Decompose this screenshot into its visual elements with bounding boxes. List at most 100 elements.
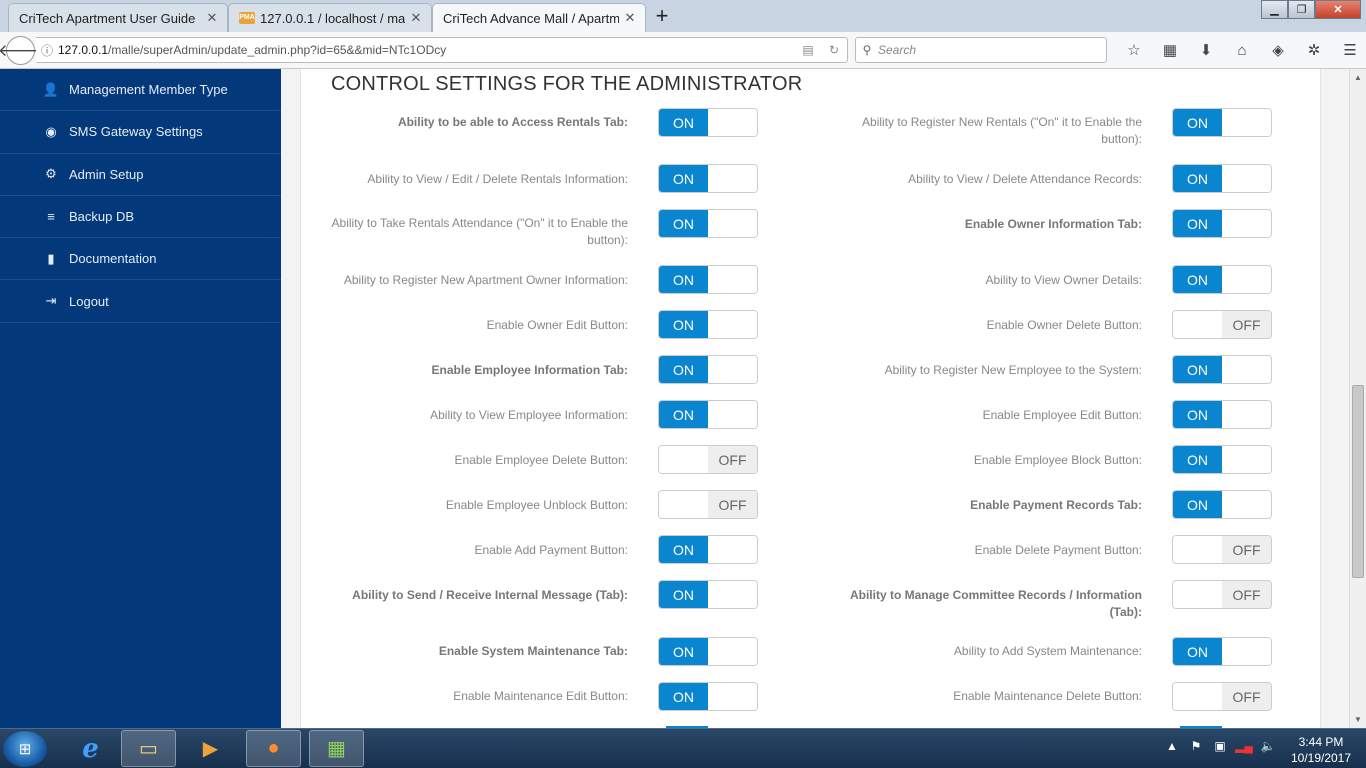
toggle-committee-records-tab[interactable]: OFF [1172, 580, 1272, 609]
toggle-rentals-attendance[interactable]: ON [658, 209, 758, 238]
reading-list-icon[interactable]: ▦ [1152, 38, 1188, 62]
back-arrow-icon[interactable]: 🡐 [0, 36, 43, 65]
globe-icon: ◉ [45, 123, 57, 139]
bookmark-star-icon[interactable]: ☆ [1116, 38, 1152, 62]
extension-icon[interactable]: ✲ [1296, 38, 1332, 62]
sidebar-item-admin-setup[interactable]: ⚙ Admin Setup [0, 154, 281, 196]
menu-icon[interactable]: ☰ [1332, 38, 1366, 62]
toggle-on-label: ON [659, 311, 708, 338]
toggle-on-label: ON [659, 165, 708, 192]
setting-label: Enable Delete Payment Button: [974, 543, 1142, 557]
network-signal-icon[interactable]: ▂▄ [1232, 739, 1256, 753]
setting-label: Enable Employee Delete Button: [454, 453, 628, 467]
toggle-on-label: ON [1173, 356, 1222, 383]
minimize-icon[interactable]: ▁ [1261, 0, 1288, 19]
toggle-off-label: OFF [1222, 581, 1271, 608]
download-icon[interactable]: ⬇ [1188, 38, 1224, 62]
toggle-view-owner-details[interactable]: ON [1172, 265, 1272, 294]
setting-label: Enable Add Payment Button: [474, 543, 628, 557]
sidebar-item-logout[interactable]: ⇥ Logout [0, 280, 281, 323]
setting-label: Ability to Register New Apartment Owner … [343, 273, 628, 287]
home-icon[interactable]: ⌂ [1224, 38, 1260, 62]
device-icon[interactable]: ▣ [1208, 739, 1232, 753]
toggle-register-rentals[interactable]: ON [1172, 108, 1272, 137]
toggle-attendance-records[interactable]: ON [1172, 164, 1272, 193]
setting-label: Enable Owner Information Tab: [964, 217, 1142, 231]
close-window-icon[interactable]: ✕ [1315, 0, 1361, 19]
toggle-add-payment[interactable]: ON [658, 535, 758, 564]
setting-label: Ability to Take Rentals Attendance ("On"… [331, 216, 628, 247]
toggle-on-label: ON [1173, 210, 1222, 237]
toggle-view-edit-delete-rentals[interactable]: ON [658, 164, 758, 193]
toggle-on-label: ON [1173, 266, 1222, 293]
toggle-payment-records-tab[interactable]: ON [1172, 490, 1272, 519]
toggle-employee-edit[interactable]: ON [1172, 400, 1272, 429]
scroll-down-icon[interactable]: ▼ [1350, 711, 1366, 728]
firefox-icon[interactable]: ● [246, 730, 301, 767]
pocket-icon[interactable]: ◈ [1260, 38, 1296, 62]
toggle-employee-block[interactable]: ON [1172, 445, 1272, 474]
toolbar-icons: ☆ ▦ ⬇ ⌂ ◈ ✲ ☰ [1116, 38, 1366, 62]
toggle-register-employee[interactable]: ON [1172, 355, 1272, 384]
toggle-employee-unblock[interactable]: OFF [658, 490, 758, 519]
tab-title: CriTech Apartment User Guide [19, 10, 196, 26]
action-center-flag-icon[interactable]: ⚑ [1184, 739, 1208, 753]
site-info-icon[interactable]: ⓘ [36, 42, 58, 59]
toggle-off-label: OFF [1222, 536, 1271, 563]
file-explorer-icon[interactable]: ▭ [121, 730, 176, 767]
toggle-add-system-maintenance[interactable]: ON [1172, 637, 1272, 666]
sidebar: 👤 Management Member Type ◉ SMS Gateway S… [0, 69, 281, 728]
internet-explorer-icon[interactable]: e [63, 730, 118, 767]
setting-label: Ability to View Owner Details: [985, 273, 1142, 287]
browser-tab-phpmyadmin[interactable]: PMA 127.0.0.1 / localhost / mall / a ✕ [228, 3, 432, 32]
toggle-employee-delete[interactable]: OFF [658, 445, 758, 474]
close-tab-icon[interactable]: ✕ [623, 10, 637, 26]
toggle-maintenance-edit[interactable]: ON [658, 682, 758, 711]
toggle-maintenance-delete[interactable]: OFF [1172, 682, 1272, 711]
media-player-icon[interactable]: ▶ [183, 730, 238, 767]
toggle-owner-edit[interactable]: ON [658, 310, 758, 339]
toggle-view-employee[interactable]: ON [658, 400, 758, 429]
windows-start-icon[interactable]: ⊞ [3, 731, 47, 767]
toggle-off-label: OFF [1222, 683, 1271, 710]
browser-tab-user-guide[interactable]: CriTech Apartment User Guide ✕ [8, 3, 228, 32]
toggle-employee-info-tab[interactable]: ON [658, 355, 758, 384]
sidebar-item-management-member-type[interactable]: 👤 Management Member Type [0, 69, 281, 112]
sidebar-item-label: Backup DB [69, 209, 135, 225]
setting-label: Enable Employee Unblock Button: [445, 498, 628, 512]
show-hidden-icons-icon[interactable]: ▲ [1160, 739, 1184, 753]
setting-label: Ability to View / Delete Attendance Reco… [908, 172, 1142, 186]
toggle-register-owner[interactable]: ON [658, 265, 758, 294]
scrollbar-thumb[interactable] [1352, 385, 1364, 578]
sidebar-item-sms-gateway[interactable]: ◉ SMS Gateway Settings [0, 111, 281, 154]
sidebar-item-documentation[interactable]: ▮ Documentation [0, 238, 281, 281]
gear-icon: ⚙ [45, 166, 57, 182]
toggle-owner-info-tab[interactable]: ON [1172, 209, 1272, 238]
close-tab-icon[interactable]: ✕ [409, 10, 423, 26]
toggle-internal-message-tab[interactable]: ON [658, 580, 758, 609]
setting-label: Ability to View Employee Information: [430, 408, 628, 422]
url-bar[interactable]: ⓘ 127.0.0.1/malle/superAdmin/update_admi… [36, 37, 848, 63]
toggle-delete-payment[interactable]: OFF [1172, 535, 1272, 564]
reader-view-icon[interactable]: ▤ [795, 43, 821, 57]
new-tab-icon[interactable]: + [652, 5, 672, 27]
taskbar-clock[interactable]: 3:44 PM 10/19/2017 [1282, 734, 1360, 766]
search-input[interactable]: ⚲ Search [855, 37, 1107, 63]
restore-icon[interactable]: ❐ [1288, 0, 1315, 19]
browser-tab-critech-mall[interactable]: CriTech Advance Mall / Apartme ✕ [432, 3, 646, 32]
volume-icon[interactable]: 🔈 [1256, 739, 1280, 753]
scroll-up-icon[interactable]: ▲ [1350, 69, 1366, 86]
toggle-system-maintenance-tab[interactable]: ON [658, 637, 758, 666]
page-scrollbar[interactable]: ▲ ▼ [1349, 69, 1366, 728]
phpmyadmin-icon: PMA [239, 12, 255, 24]
sidebar-item-backup-db[interactable]: ≡ Backup DB [0, 196, 281, 239]
close-tab-icon[interactable]: ✕ [205, 10, 219, 26]
toggle-owner-delete[interactable]: OFF [1172, 310, 1272, 339]
browser-tab-bar: CriTech Apartment User Guide ✕ PMA 127.0… [0, 0, 1366, 32]
editor-app-icon[interactable]: ▦ [309, 730, 364, 767]
setting-label: Ability to Add System Maintenance: [953, 644, 1142, 658]
sidebar-item-label: Admin Setup [69, 166, 144, 182]
reload-icon[interactable]: ↻ [821, 43, 847, 57]
toggle-access-rentals-tab[interactable]: ON [658, 108, 758, 137]
setting-label: Ability to be able to Access Rentals Tab… [397, 115, 628, 129]
